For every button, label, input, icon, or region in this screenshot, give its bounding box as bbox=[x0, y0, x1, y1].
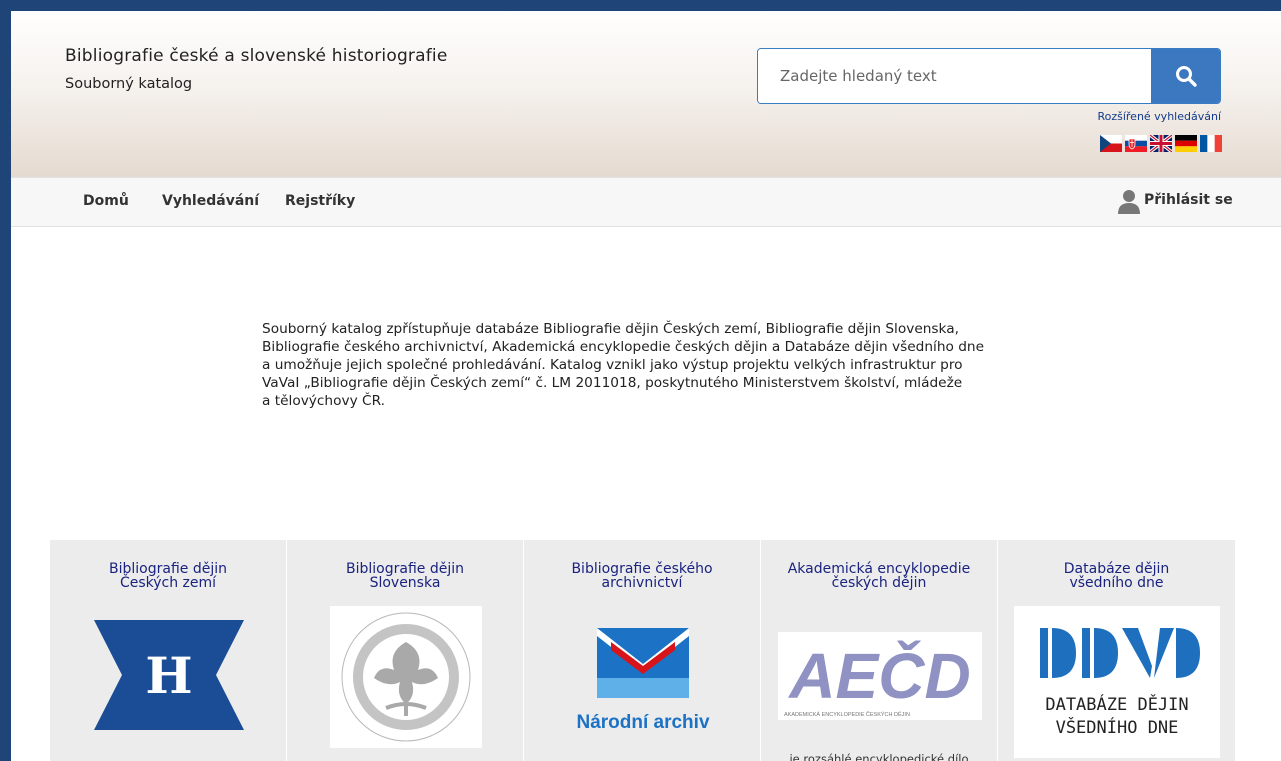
flag-de-icon[interactable] bbox=[1175, 135, 1197, 152]
card-bibliografie-ceskych-zemi[interactable]: Bibliografie dějin Českých zemí H bbox=[50, 540, 287, 761]
database-cards: Bibliografie dějin Českých zemí H Biblio… bbox=[50, 540, 1235, 761]
narodni-archiv-logo-text: Národní archiv bbox=[576, 712, 709, 733]
card-title[interactable]: Bibliografie dějin Slovenska bbox=[287, 562, 523, 590]
bcz-logo-letter: H bbox=[145, 646, 192, 705]
language-switcher bbox=[1100, 135, 1222, 152]
search-box bbox=[757, 48, 1221, 104]
flag-fr-icon[interactable] bbox=[1200, 135, 1222, 152]
search-input[interactable] bbox=[758, 49, 1151, 103]
site-subtitle: Souborný katalog bbox=[65, 76, 193, 92]
intro-line: VaVaI „Bibliografie dějin Českých zemí“ … bbox=[262, 375, 963, 391]
intro-line: a tělovýchovy ČR. bbox=[262, 393, 385, 409]
sav-logo bbox=[330, 606, 482, 748]
site-header: Bibliografie české a slovenské historiog… bbox=[11, 11, 1281, 177]
ddvd-logo: DATABÁZE DĚJIN VŠEDNÍHO DNE bbox=[1014, 606, 1220, 758]
page: Bibliografie české a slovenské historiog… bbox=[11, 11, 1281, 761]
aecd-logo-caption: AKADEMICKÁ ENCYKLOPEDIE ČESKÝCH DĚJIN bbox=[784, 710, 910, 718]
card-bibliografie-archivnictvi[interactable]: Bibliografie českého archivnictví Národn… bbox=[524, 540, 761, 761]
nav-item-search[interactable]: Vyhledávání bbox=[162, 193, 259, 209]
advanced-search-link[interactable]: Rozšířené vyhledávání bbox=[1097, 110, 1221, 123]
card-description: je rozsáhlé encyklopedické dílo bbox=[789, 752, 969, 761]
nav-item-home[interactable]: Domů bbox=[83, 193, 129, 209]
main-nav: Domů Vyhledávání Rejstříky Přihlásit se bbox=[11, 177, 1281, 227]
aecd-logo: AEČD AKADEMICKÁ ENCYKLOPEDIE ČESKÝCH DĚJ… bbox=[778, 632, 982, 720]
search-button[interactable] bbox=[1151, 49, 1220, 103]
card-akademicka-encyklopedie[interactable]: Akademická encyklopedie českých dějin AE… bbox=[761, 540, 998, 761]
flag-uk-icon[interactable] bbox=[1150, 135, 1172, 152]
card-title[interactable]: Databáze dějin všedního dne bbox=[998, 562, 1235, 590]
ddvd-logo-text-line1: DATABÁZE DĚJIN bbox=[1045, 693, 1188, 715]
search-icon bbox=[1175, 66, 1197, 87]
card-databaze-vsedniho-dne[interactable]: Databáze dějin všedního dne DATABÁZE DĚJ… bbox=[998, 540, 1235, 761]
nav-item-indexes[interactable]: Rejstříky bbox=[285, 193, 355, 209]
narodni-archiv-logo: Národní archiv bbox=[576, 628, 710, 733]
window-left-border bbox=[0, 0, 11, 761]
login-link[interactable]: Přihlásit se bbox=[1116, 188, 1233, 214]
card-title[interactable]: Akademická encyklopedie českých dějin bbox=[761, 562, 997, 590]
flag-sk-icon[interactable] bbox=[1125, 135, 1147, 152]
card-title[interactable]: Bibliografie dějin Českých zemí bbox=[50, 562, 286, 590]
intro-text: Souborný katalog zpřístupňuje databáze B… bbox=[262, 320, 1022, 410]
window-top-border bbox=[0, 0, 1281, 11]
bcz-logo: H bbox=[94, 620, 244, 730]
aecd-logo-text: AEČD bbox=[787, 639, 970, 712]
ddvd-logo-text-line2: VŠEDNÍHO DNE bbox=[1056, 716, 1179, 738]
flag-cz-icon[interactable] bbox=[1100, 135, 1122, 152]
intro-line: Souborný katalog zpřístupňuje databáze B… bbox=[262, 321, 959, 337]
intro-line: a umožňuje jejich společné prohledávání.… bbox=[262, 357, 963, 373]
intro-line: Bibliografie českého archivnictví, Akade… bbox=[262, 339, 985, 355]
user-icon bbox=[1118, 190, 1140, 214]
card-title[interactable]: Bibliografie českého archivnictví bbox=[524, 562, 760, 590]
login-label: Přihlásit se bbox=[1144, 192, 1233, 208]
card-bibliografie-slovenska[interactable]: Bibliografie dějin Slovenska bbox=[287, 540, 524, 761]
site-title: Bibliografie české a slovenské historiog… bbox=[65, 46, 448, 66]
